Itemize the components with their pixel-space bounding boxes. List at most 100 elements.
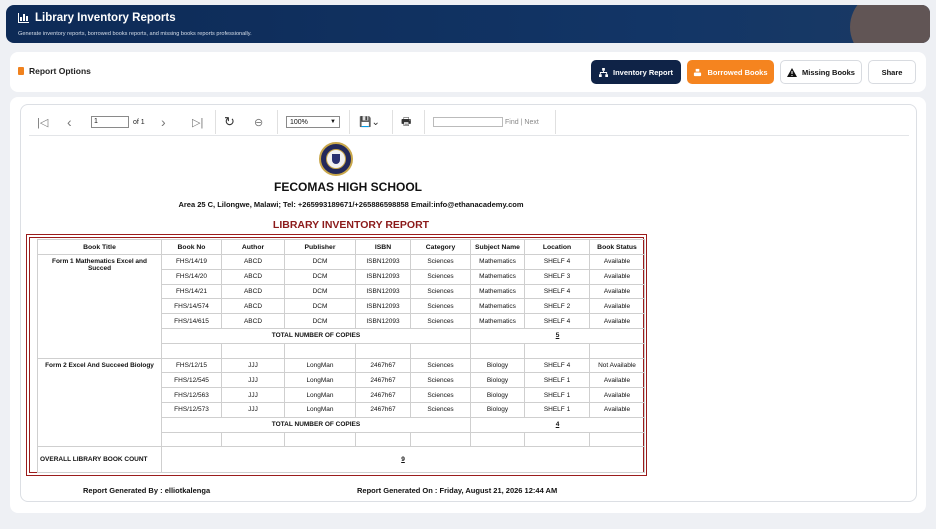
table-cell: DCM [284,268,356,285]
table-cell: JJJ [221,372,285,389]
table-cell: SHELF 1 [524,387,590,403]
overall-count: 9 [161,446,645,474]
save-export-icon[interactable]: 💾⌄ [359,112,380,132]
print-icon[interactable]: 🖶 [401,112,411,132]
school-logo [319,142,353,176]
last-page-icon[interactable]: ▷| [192,112,203,132]
table-cell: Sciences [410,401,471,418]
table-row: Form 2 Excel And Succeed Biology FHS/12/1… [37,357,645,448]
missing-books-label: Missing Books [802,67,855,77]
generated-by: Report Generated By : elliotkalenga [83,486,210,495]
inventory-report-button[interactable]: Inventory Report [591,60,681,84]
column-header: Book Status [589,239,645,255]
table-cell: Sciences [410,387,471,403]
table-cell: LongMan [284,401,356,418]
table-cell: Biology [470,401,525,418]
table-cell: LongMan [284,387,356,403]
sitemap-icon [598,67,608,77]
report-options-heading: Report Options [18,66,91,76]
table-cell: SHELF 3 [524,268,590,285]
table-cell: DCM [284,283,356,300]
table-cell: Mathematics [470,313,525,329]
table-cell: JJJ [221,357,285,374]
page-title-wrap: Library Inventory Reports [18,12,176,24]
report-title: LIBRARY INVENTORY REPORT [272,219,430,231]
column-header: ISBN [355,239,411,255]
generated-by-value: elliotkalenga [164,486,211,495]
table-cell: LongMan [284,357,356,374]
borrowed-books-button[interactable]: Borrowed Books [687,60,774,84]
table-cell: FHS/14/615 [161,313,222,329]
table-cell: 2467h67 [355,357,411,374]
table-cell: SHELF 1 [524,372,590,389]
find-link[interactable]: Find [505,119,519,126]
previous-page-icon[interactable]: ‹ [67,112,72,132]
report-card: |◁ ‹ 1 of 1 › ▷| ↻ ⊖ 100% ▼ 💾⌄ 🖶 Find | … [10,97,926,513]
header-banner: Library Inventory Reports Generate inven… [6,5,930,43]
table-cell: 2467h67 [355,372,411,389]
table-cell: Sciences [410,254,471,270]
table-cell: DCM [284,298,356,315]
missing-books-button[interactable]: Missing Books [780,60,862,84]
table-cell: Sciences [410,283,471,300]
page-count: of 1 [133,118,145,126]
table-cell: Mathematics [470,268,525,285]
total-label: TOTAL NUMBER OF COPIES [161,416,471,433]
inventory-report-label: Inventory Report [612,67,673,77]
table-cell: Available [589,298,645,315]
page-title: Library Inventory Reports [35,12,176,24]
table-header-row: Book Title Book No Author Publisher ISBN… [37,239,645,255]
table-cell: Available [589,313,645,329]
page-number-input[interactable]: 1 [91,116,129,128]
table-cell: FHS/12/545 [161,372,222,389]
zoom-value: 100% [290,118,308,126]
hand-holding-icon [694,68,702,76]
table-cell: ABCD [221,283,285,300]
table-cell: ISBN12093 [355,254,411,270]
inventory-table: Book Title Book No Author Publisher ISBN… [37,239,645,474]
borrowed-books-label: Borrowed Books [707,67,768,77]
school-address: Area 25 C, Lilongwe, Malawi; Tel: +26599… [178,200,524,209]
table-cell: Sciences [410,372,471,389]
table-cell: Available [589,387,645,403]
warning-icon [787,67,798,77]
table-cell: SHELF 4 [524,283,590,300]
table-cell: FHS/14/20 [161,268,222,285]
find-input[interactable] [433,117,503,127]
book-title-cell: Form 1 Mathematics Excel and Succed [37,254,162,359]
table-cell: DCM [284,313,356,329]
column-header: Category [410,239,471,255]
overall-row: OVERALL LIBRARY BOOK COUNT 9 [37,446,645,474]
share-label: Share [881,67,903,77]
share-button[interactable]: Share [868,60,916,84]
zoom-dropdown[interactable]: 100% ▼ [286,112,340,132]
table-cell: Biology [470,357,525,374]
table-cell: FHS/12/573 [161,401,222,418]
column-header: Author [221,239,285,255]
next-page-icon[interactable]: › [161,112,166,132]
inventory-table-frame: Book Title Book No Author Publisher ISBN… [26,234,647,476]
table-cell: 2467h67 [355,401,411,418]
column-header: Location [524,239,590,255]
table-cell: ABCD [221,254,285,270]
table-cell: Mathematics [470,254,525,270]
refresh-icon[interactable]: ↻ [224,112,235,132]
table-cell: Available [589,254,645,270]
generated-on-value: Friday, August 21, 2026 12:44 AM [439,486,558,495]
table-cell: ISBN12093 [355,268,411,285]
first-page-icon[interactable]: |◁ [37,112,48,132]
table-cell: FHS/14/19 [161,254,222,270]
table-cell: SHELF 4 [524,254,590,270]
page-subtitle: Generate inventory reports, borrowed boo… [18,31,252,37]
chevron-down-icon: ▼ [330,119,336,125]
book-title-cell: Form 2 Excel And Succeed Biology [37,357,162,448]
table-cell: JJJ [221,401,285,418]
banner-decoration [850,5,930,43]
report-options-bar: Report Options Inventory Report Borrowed… [10,52,926,92]
back-icon[interactable]: ⊖ [254,112,263,132]
table-cell: Biology [470,387,525,403]
next-link[interactable]: | Next [521,119,539,126]
document-icon [18,67,24,75]
table-cell: LongMan [284,372,356,389]
table-cell: FHS/14/21 [161,283,222,300]
